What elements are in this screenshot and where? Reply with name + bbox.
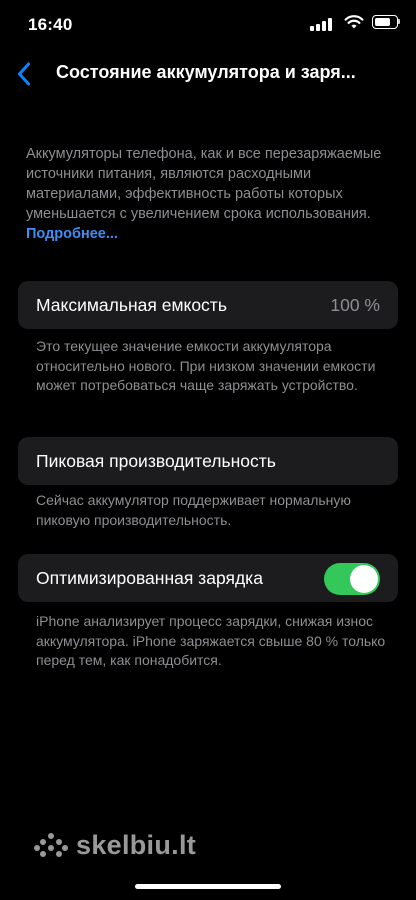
status-time: 16:40	[28, 15, 73, 34]
watermark-logo: skelbiu.lt	[34, 830, 196, 861]
battery-icon	[372, 15, 398, 29]
chevron-left-icon	[18, 62, 30, 86]
learn-more-link[interactable]: Подробнее...	[26, 226, 118, 242]
intro-description: Аккумуляторы телефона, как и все перезар…	[26, 146, 382, 222]
wifi-icon	[344, 15, 364, 29]
watermark-dots-icon	[34, 832, 70, 859]
cellular-signal-icon	[310, 17, 336, 31]
optimized-charging-toggle[interactable]	[324, 563, 380, 595]
toggle-knob	[350, 565, 378, 593]
home-indicator[interactable]	[135, 884, 281, 889]
max-capacity-label: Максимальная емкость	[36, 295, 227, 315]
peak-performance-row: Пиковая производительность	[18, 437, 398, 485]
max-capacity-footnote: Это текущее значение емкости аккумулятор…	[36, 338, 376, 393]
max-capacity-row: Максимальная емкость 100 %	[18, 281, 398, 329]
optimized-charging-label: Оптимизированная зарядка	[36, 568, 263, 588]
peak-performance-label: Пиковая производительность	[36, 451, 276, 471]
optimized-charging-row: Оптимизированная зарядка	[18, 554, 398, 602]
battery-intro-text: Аккумуляторы телефона, как и все перезар…	[26, 144, 388, 244]
status-bar: 16:40	[0, 0, 416, 50]
peak-performance-footnote: Сейчас аккумулятор поддерживает нормальн…	[36, 492, 351, 528]
optimized-charging-footnote: iPhone анализирует процесс зарядки, сниж…	[36, 613, 386, 668]
max-capacity-value: 100 %	[330, 295, 380, 315]
watermark-text: skelbiu.lt	[76, 830, 197, 860]
navigation-bar: Состояние аккумулятора и заря...	[0, 52, 416, 96]
page-title: Состояние аккумулятора и заря...	[56, 62, 356, 82]
back-button[interactable]	[6, 56, 42, 92]
battery-level-fill	[375, 18, 390, 26]
battery-tip	[398, 19, 400, 24]
